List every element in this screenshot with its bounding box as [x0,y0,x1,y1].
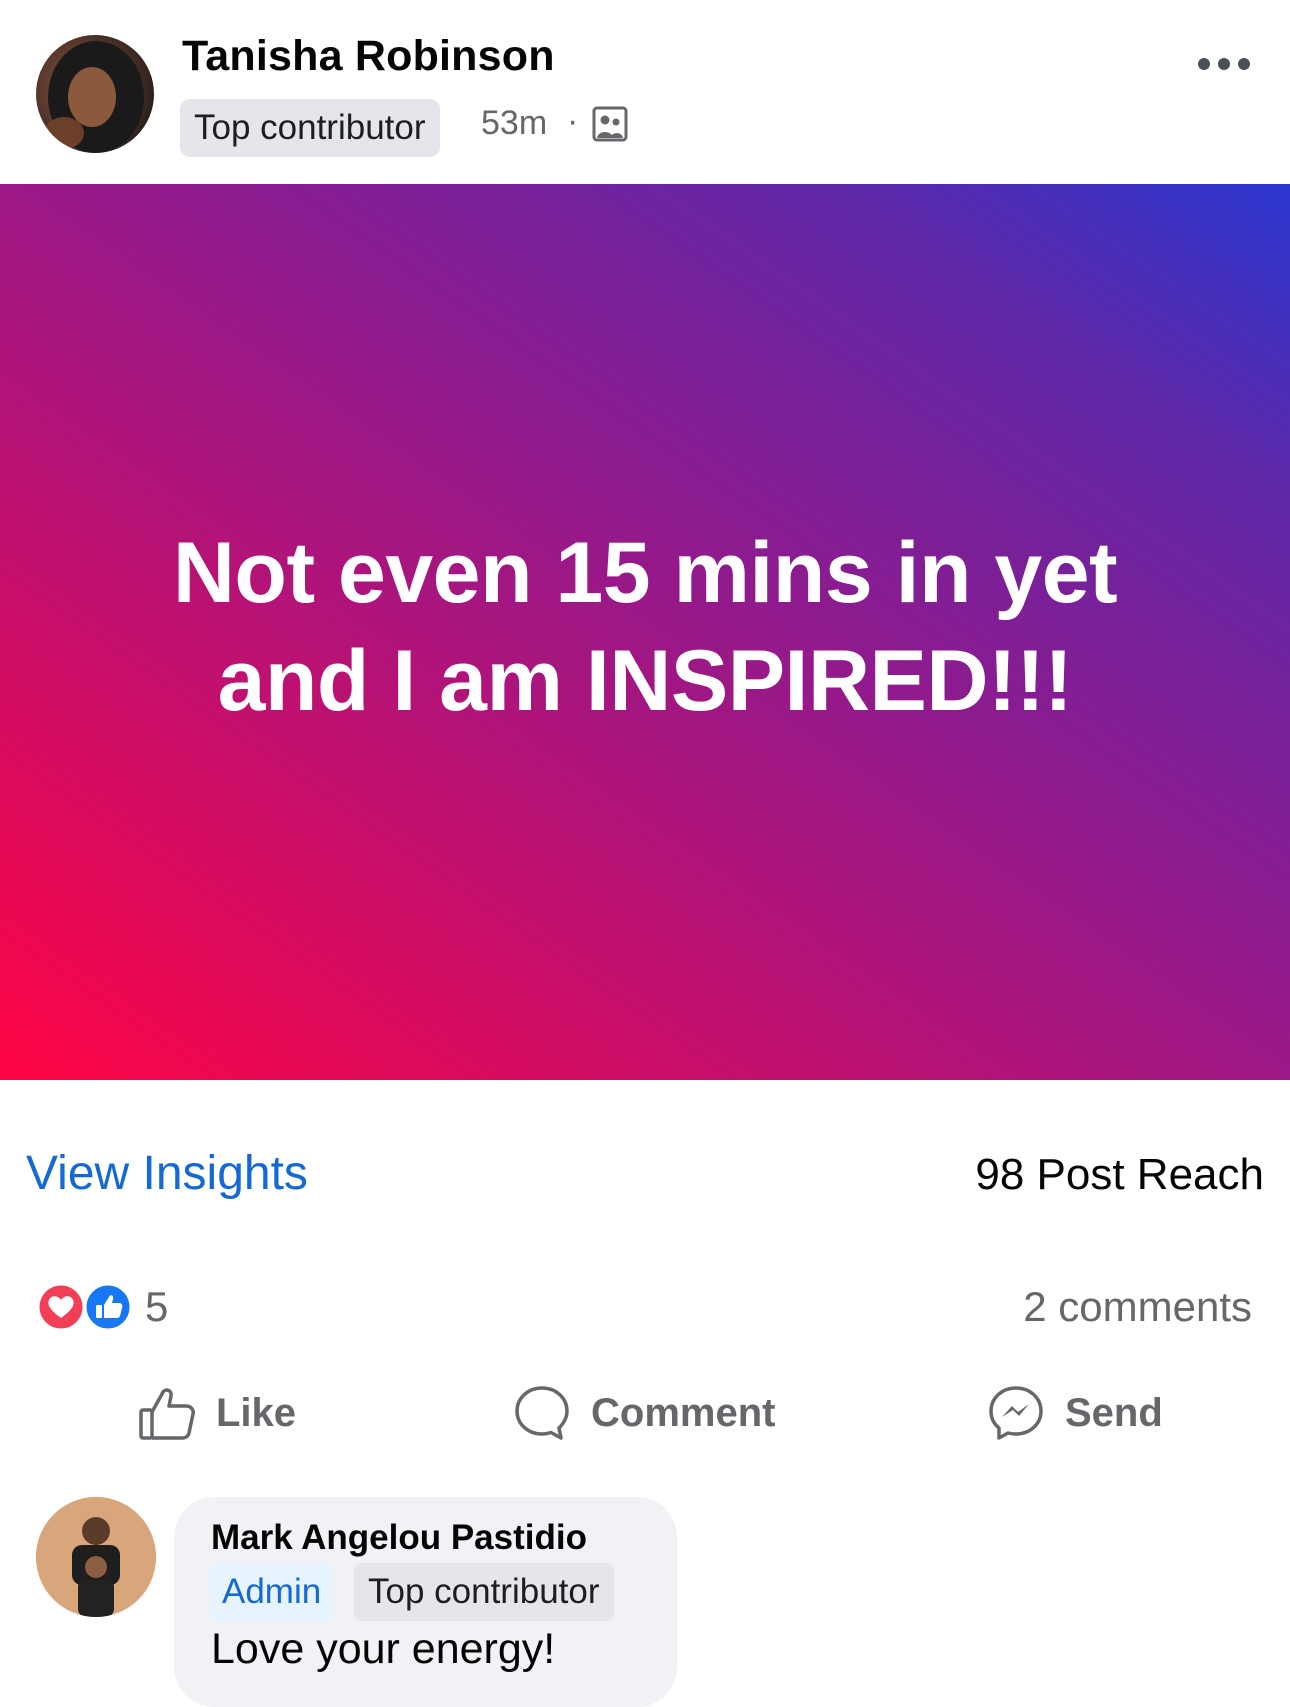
comment-button[interactable]: Comment [513,1382,775,1444]
more-horizontal-icon [1198,58,1250,70]
like-label: Like [216,1390,297,1435]
post-text-line-2: and I am INSPIRED!!! [217,633,1073,729]
group-icon [592,106,628,142]
love-reaction-icon [36,1282,86,1332]
thumbs-up-icon [139,1388,195,1440]
comment-label: Comment [591,1390,776,1435]
author-name[interactable]: Tanisha Robinson [182,32,555,81]
view-insights-link[interactable]: View Insights [26,1146,308,1201]
more-options-button[interactable] [1196,50,1252,78]
like-button[interactable]: Like [138,1382,296,1444]
commenter-avatar[interactable] [36,1497,156,1617]
commenter-name[interactable]: Mark Angelou Pastidio [211,1518,587,1558]
send-label: Send [1065,1390,1163,1435]
reactions-summary[interactable] [36,1282,136,1332]
post-text-background[interactable]: Not even 15 mins in yet and I am INSPIRE… [0,184,1290,1080]
post-timestamp[interactable]: 53m [481,104,547,143]
admin-badge: Admin [210,1563,334,1621]
commenter-top-contributor-badge: Top contributor [354,1563,614,1621]
messenger-icon [989,1386,1043,1440]
post-text-line-1: Not even 15 mins in yet [172,525,1118,621]
comment-text: Love your energy! [211,1625,556,1673]
separator-dot: · [567,102,579,140]
comments-count[interactable]: 2 comments [1023,1283,1252,1331]
comment-bubble-icon [515,1386,569,1440]
post-reach: 98 Post Reach [975,1150,1264,1199]
post-text: Not even 15 mins in yet and I am INSPIRE… [0,519,1290,735]
like-reaction-icon [83,1282,133,1332]
send-button[interactable]: Send [987,1382,1163,1444]
reaction-count[interactable]: 5 [145,1283,168,1331]
author-avatar[interactable] [36,35,154,153]
top-contributor-badge: Top contributor [180,99,440,157]
